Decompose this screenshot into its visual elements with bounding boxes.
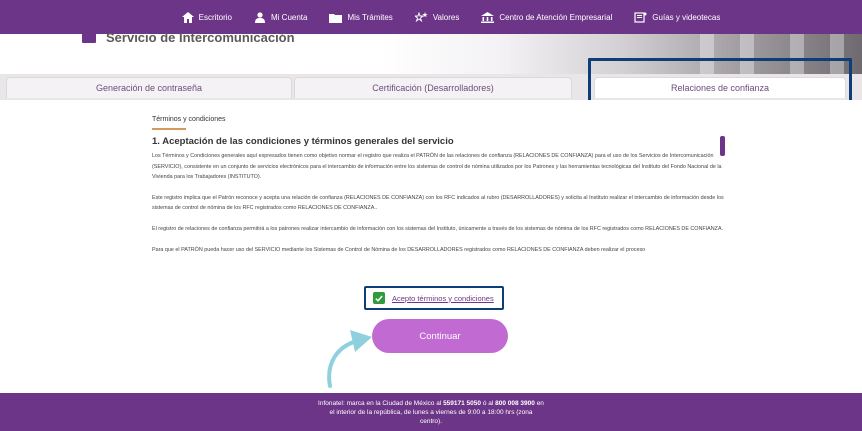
- footer-text: Infonatel: marca en la Ciudad de México …: [318, 400, 444, 407]
- page-title: Servicio de Intercomunicación: [106, 30, 295, 45]
- tab-relaciones-confianza[interactable]: Relaciones de confianza: [594, 77, 846, 98]
- footer-text: en: [534, 400, 544, 407]
- nav-label: Mis Trámites: [347, 12, 393, 22]
- accept-terms-link[interactable]: Acepto términos y condiciones: [392, 294, 494, 303]
- accept-terms-checkbox[interactable]: [373, 292, 385, 304]
- folder-icon: [329, 13, 343, 23]
- terms-paragraph: Este registro implica que el Patrón reco…: [152, 194, 724, 212]
- nav-item-valores[interactable]: Valores: [414, 11, 460, 23]
- scrollbar-thumb[interactable]: [720, 136, 725, 156]
- home-icon: [181, 11, 194, 23]
- stars-icon: [414, 11, 428, 22]
- footer-phone-cdmx: 559171 5050: [443, 400, 482, 407]
- accept-terms-highlight: Acepto términos y condiciones: [364, 286, 504, 310]
- nav-label: Escritorio: [198, 12, 232, 22]
- user-icon: [255, 11, 265, 23]
- nav-item-centro-atencion[interactable]: Centro de Atención Empresarial: [481, 11, 613, 23]
- header-photo-column: [830, 34, 844, 74]
- footer-line-2: el interior de la república, de lunes a …: [329, 409, 533, 416]
- nav-item-mi-cuenta[interactable]: Mi Cuenta: [254, 11, 308, 23]
- terms-paragraph: Para que el PATRÓN pueda hacer uso del S…: [152, 246, 646, 253]
- terms-paragraph: El registro de relaciones de confianza p…: [152, 225, 724, 232]
- nav-label: Valores: [432, 12, 460, 22]
- pointer-arrow-icon: [327, 330, 372, 388]
- tab-bar: Generación de contraseña Certificación (…: [0, 74, 862, 100]
- footer-line-1: Infonatel: marca en la Ciudad de México …: [0, 399, 862, 408]
- footer-text: ó al: [481, 400, 496, 407]
- section-underline: [152, 128, 186, 130]
- nav-label: Mi Cuenta: [271, 12, 308, 22]
- building-icon: [481, 11, 495, 23]
- nav-item-guias[interactable]: Guías y videotecas: [634, 11, 721, 23]
- terms-heading: 1. Aceptación de las condiciones y térmi…: [152, 136, 454, 147]
- header-photo-column: [790, 34, 804, 74]
- header-photo-column: [700, 34, 714, 74]
- footer-line-3: centro).: [419, 418, 443, 425]
- folder-icon: [82, 29, 96, 43]
- nav-label: Guías y videotecas: [652, 12, 721, 22]
- terms-scroll-box[interactable]: 1. Aceptación de las condiciones y térmi…: [152, 134, 724, 274]
- nav-label: Centro de Atención Empresarial: [499, 12, 613, 22]
- main-content: Términos y condiciones 1. Aceptación de …: [0, 100, 862, 393]
- check-icon: [375, 295, 383, 302]
- terms-paragraph: Los Términos y Condiciones generales aqu…: [152, 153, 722, 181]
- section-label: Términos y condiciones: [152, 116, 226, 123]
- tab-generacion-contrasena[interactable]: Generación de contraseña: [6, 77, 292, 98]
- tab-certificacion[interactable]: Certificación (Desarrolladores): [294, 77, 572, 98]
- footer: Infonatel: marca en la Ciudad de México …: [0, 393, 862, 431]
- nav-item-mis-tramites[interactable]: Mis Trámites: [329, 12, 393, 23]
- top-nav: Escritorio Mi Cuenta Mis Trámites Valore…: [0, 0, 862, 34]
- page-title-wrap: Servicio de Intercomunicación: [82, 29, 295, 45]
- header-photo-column: [740, 34, 754, 74]
- nav-item-escritorio[interactable]: Escritorio: [181, 11, 232, 23]
- book-icon: [634, 11, 647, 23]
- continue-button[interactable]: Continuar: [372, 319, 508, 353]
- footer-phone-national: 800 008 3900: [495, 400, 535, 407]
